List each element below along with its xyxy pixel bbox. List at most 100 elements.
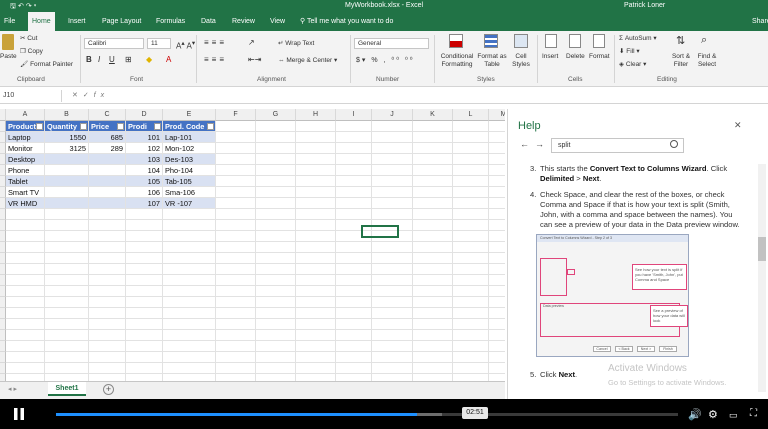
grid-cell[interactable]: [372, 374, 413, 381]
grid-cell[interactable]: [296, 165, 336, 176]
grid-cell[interactable]: [256, 242, 296, 253]
grid-cell[interactable]: [296, 187, 336, 198]
tab-insert[interactable]: Insert: [64, 12, 90, 31]
grid-cell[interactable]: [296, 363, 336, 374]
column-header[interactable]: K: [413, 109, 453, 121]
grid-cell[interactable]: [256, 308, 296, 319]
grid-cell[interactable]: [453, 297, 489, 308]
grid-cell[interactable]: [216, 297, 256, 308]
conditional-formatting-icon[interactable]: [449, 34, 463, 48]
grid-cell[interactable]: [163, 275, 216, 286]
orientation-icon[interactable]: ↗: [248, 38, 255, 47]
grid-cell[interactable]: [489, 253, 505, 264]
grid-cell[interactable]: [256, 363, 296, 374]
column-header[interactable]: J: [372, 109, 413, 121]
grid-cell[interactable]: [372, 264, 413, 275]
grid-cell[interactable]: [372, 297, 413, 308]
table-cell[interactable]: Laptop: [6, 132, 45, 143]
table-cell[interactable]: 289: [89, 143, 126, 154]
grid-cell[interactable]: [372, 209, 413, 220]
sheet-nav-arrows[interactable]: ◂ ▸: [8, 385, 17, 393]
tab-review[interactable]: Review: [228, 12, 259, 31]
grid-cell[interactable]: [163, 242, 216, 253]
grid-cell[interactable]: [453, 187, 489, 198]
grid-cell[interactable]: [216, 308, 256, 319]
grid-cell[interactable]: [216, 374, 256, 381]
align-top-icons[interactable]: ≡≡≡: [204, 38, 227, 47]
grid-cell[interactable]: [413, 220, 453, 231]
grid-cell[interactable]: [372, 341, 413, 352]
grid-cell[interactable]: [453, 121, 489, 132]
table-cell[interactable]: [45, 154, 89, 165]
grid-cell[interactable]: [163, 209, 216, 220]
grid-cell[interactable]: [256, 341, 296, 352]
conditional-formatting-button[interactable]: Conditional Formatting: [438, 53, 476, 69]
grid-cell[interactable]: [372, 253, 413, 264]
table-cell[interactable]: 105: [126, 176, 163, 187]
grid-cell[interactable]: [6, 242, 45, 253]
grid-cell[interactable]: [216, 198, 256, 209]
grid-cell[interactable]: [216, 275, 256, 286]
table-cell[interactable]: 101: [126, 132, 163, 143]
grid-cell[interactable]: [336, 264, 372, 275]
grid-cell[interactable]: [489, 231, 505, 242]
column-header[interactable]: L: [453, 109, 489, 121]
grid-cell[interactable]: [372, 187, 413, 198]
grid-cell[interactable]: [163, 363, 216, 374]
filter-dropdown-icon[interactable]: [36, 123, 43, 130]
font-name-combo[interactable]: Calibri: [84, 38, 144, 49]
grid-cell[interactable]: [489, 176, 505, 187]
table-header-cell[interactable]: Price: [89, 121, 126, 132]
grid-cell[interactable]: [336, 341, 372, 352]
grid-cell[interactable]: [413, 209, 453, 220]
grid-cell[interactable]: [336, 187, 372, 198]
grid-cell[interactable]: [489, 341, 505, 352]
table-cell[interactable]: Monitor: [6, 143, 45, 154]
share-button[interactable]: Share: [752, 12, 768, 31]
grid-cell[interactable]: [372, 275, 413, 286]
grid-cell[interactable]: [256, 154, 296, 165]
table-cell[interactable]: [45, 165, 89, 176]
help-scrollbar-thumb[interactable]: [758, 237, 766, 261]
grid-cell[interactable]: [216, 165, 256, 176]
user-name[interactable]: Patrick Loner: [624, 2, 665, 9]
grid-cell[interactable]: [256, 352, 296, 363]
filter-dropdown-icon[interactable]: [117, 123, 124, 130]
grid-cell[interactable]: [413, 308, 453, 319]
grid-cell[interactable]: [489, 286, 505, 297]
grid-cell[interactable]: [256, 286, 296, 297]
grid-cell[interactable]: [216, 264, 256, 275]
table-cell[interactable]: VR -107: [163, 198, 216, 209]
tab-page-layout[interactable]: Page Layout: [98, 12, 145, 31]
grid-cell[interactable]: [372, 132, 413, 143]
cell-styles-button[interactable]: Cell Styles: [508, 53, 534, 69]
grid-cell[interactable]: [89, 330, 126, 341]
grid-cell[interactable]: [413, 330, 453, 341]
grid-cell[interactable]: [413, 187, 453, 198]
grid-cell[interactable]: [89, 286, 126, 297]
grid-cell[interactable]: [126, 275, 163, 286]
grid-cell[interactable]: [336, 286, 372, 297]
grid-cell[interactable]: [216, 231, 256, 242]
grid-cell[interactable]: [296, 275, 336, 286]
grid-cell[interactable]: [45, 330, 89, 341]
grid-cell[interactable]: [413, 242, 453, 253]
grid-cell[interactable]: [89, 253, 126, 264]
close-icon[interactable]: ✕: [734, 120, 742, 131]
grid-cell[interactable]: [453, 198, 489, 209]
grid-cell[interactable]: [89, 374, 126, 381]
autosum-button[interactable]: Σ AutoSum ▾: [619, 34, 657, 42]
grid-cell[interactable]: [89, 264, 126, 275]
sort-filter-button[interactable]: Sort & Filter: [670, 53, 692, 69]
align-left-icons[interactable]: ≡≡≡: [204, 55, 227, 64]
grid-cell[interactable]: [126, 242, 163, 253]
grid-cell[interactable]: [489, 121, 505, 132]
grid-cell[interactable]: [296, 330, 336, 341]
grid-cell[interactable]: [336, 319, 372, 330]
table-cell[interactable]: 104: [126, 165, 163, 176]
grid-cell[interactable]: [126, 209, 163, 220]
help-scrollbar[interactable]: [758, 164, 766, 392]
grid-cell[interactable]: [296, 220, 336, 231]
name-box[interactable]: J10: [0, 90, 62, 102]
grid-cell[interactable]: [216, 330, 256, 341]
